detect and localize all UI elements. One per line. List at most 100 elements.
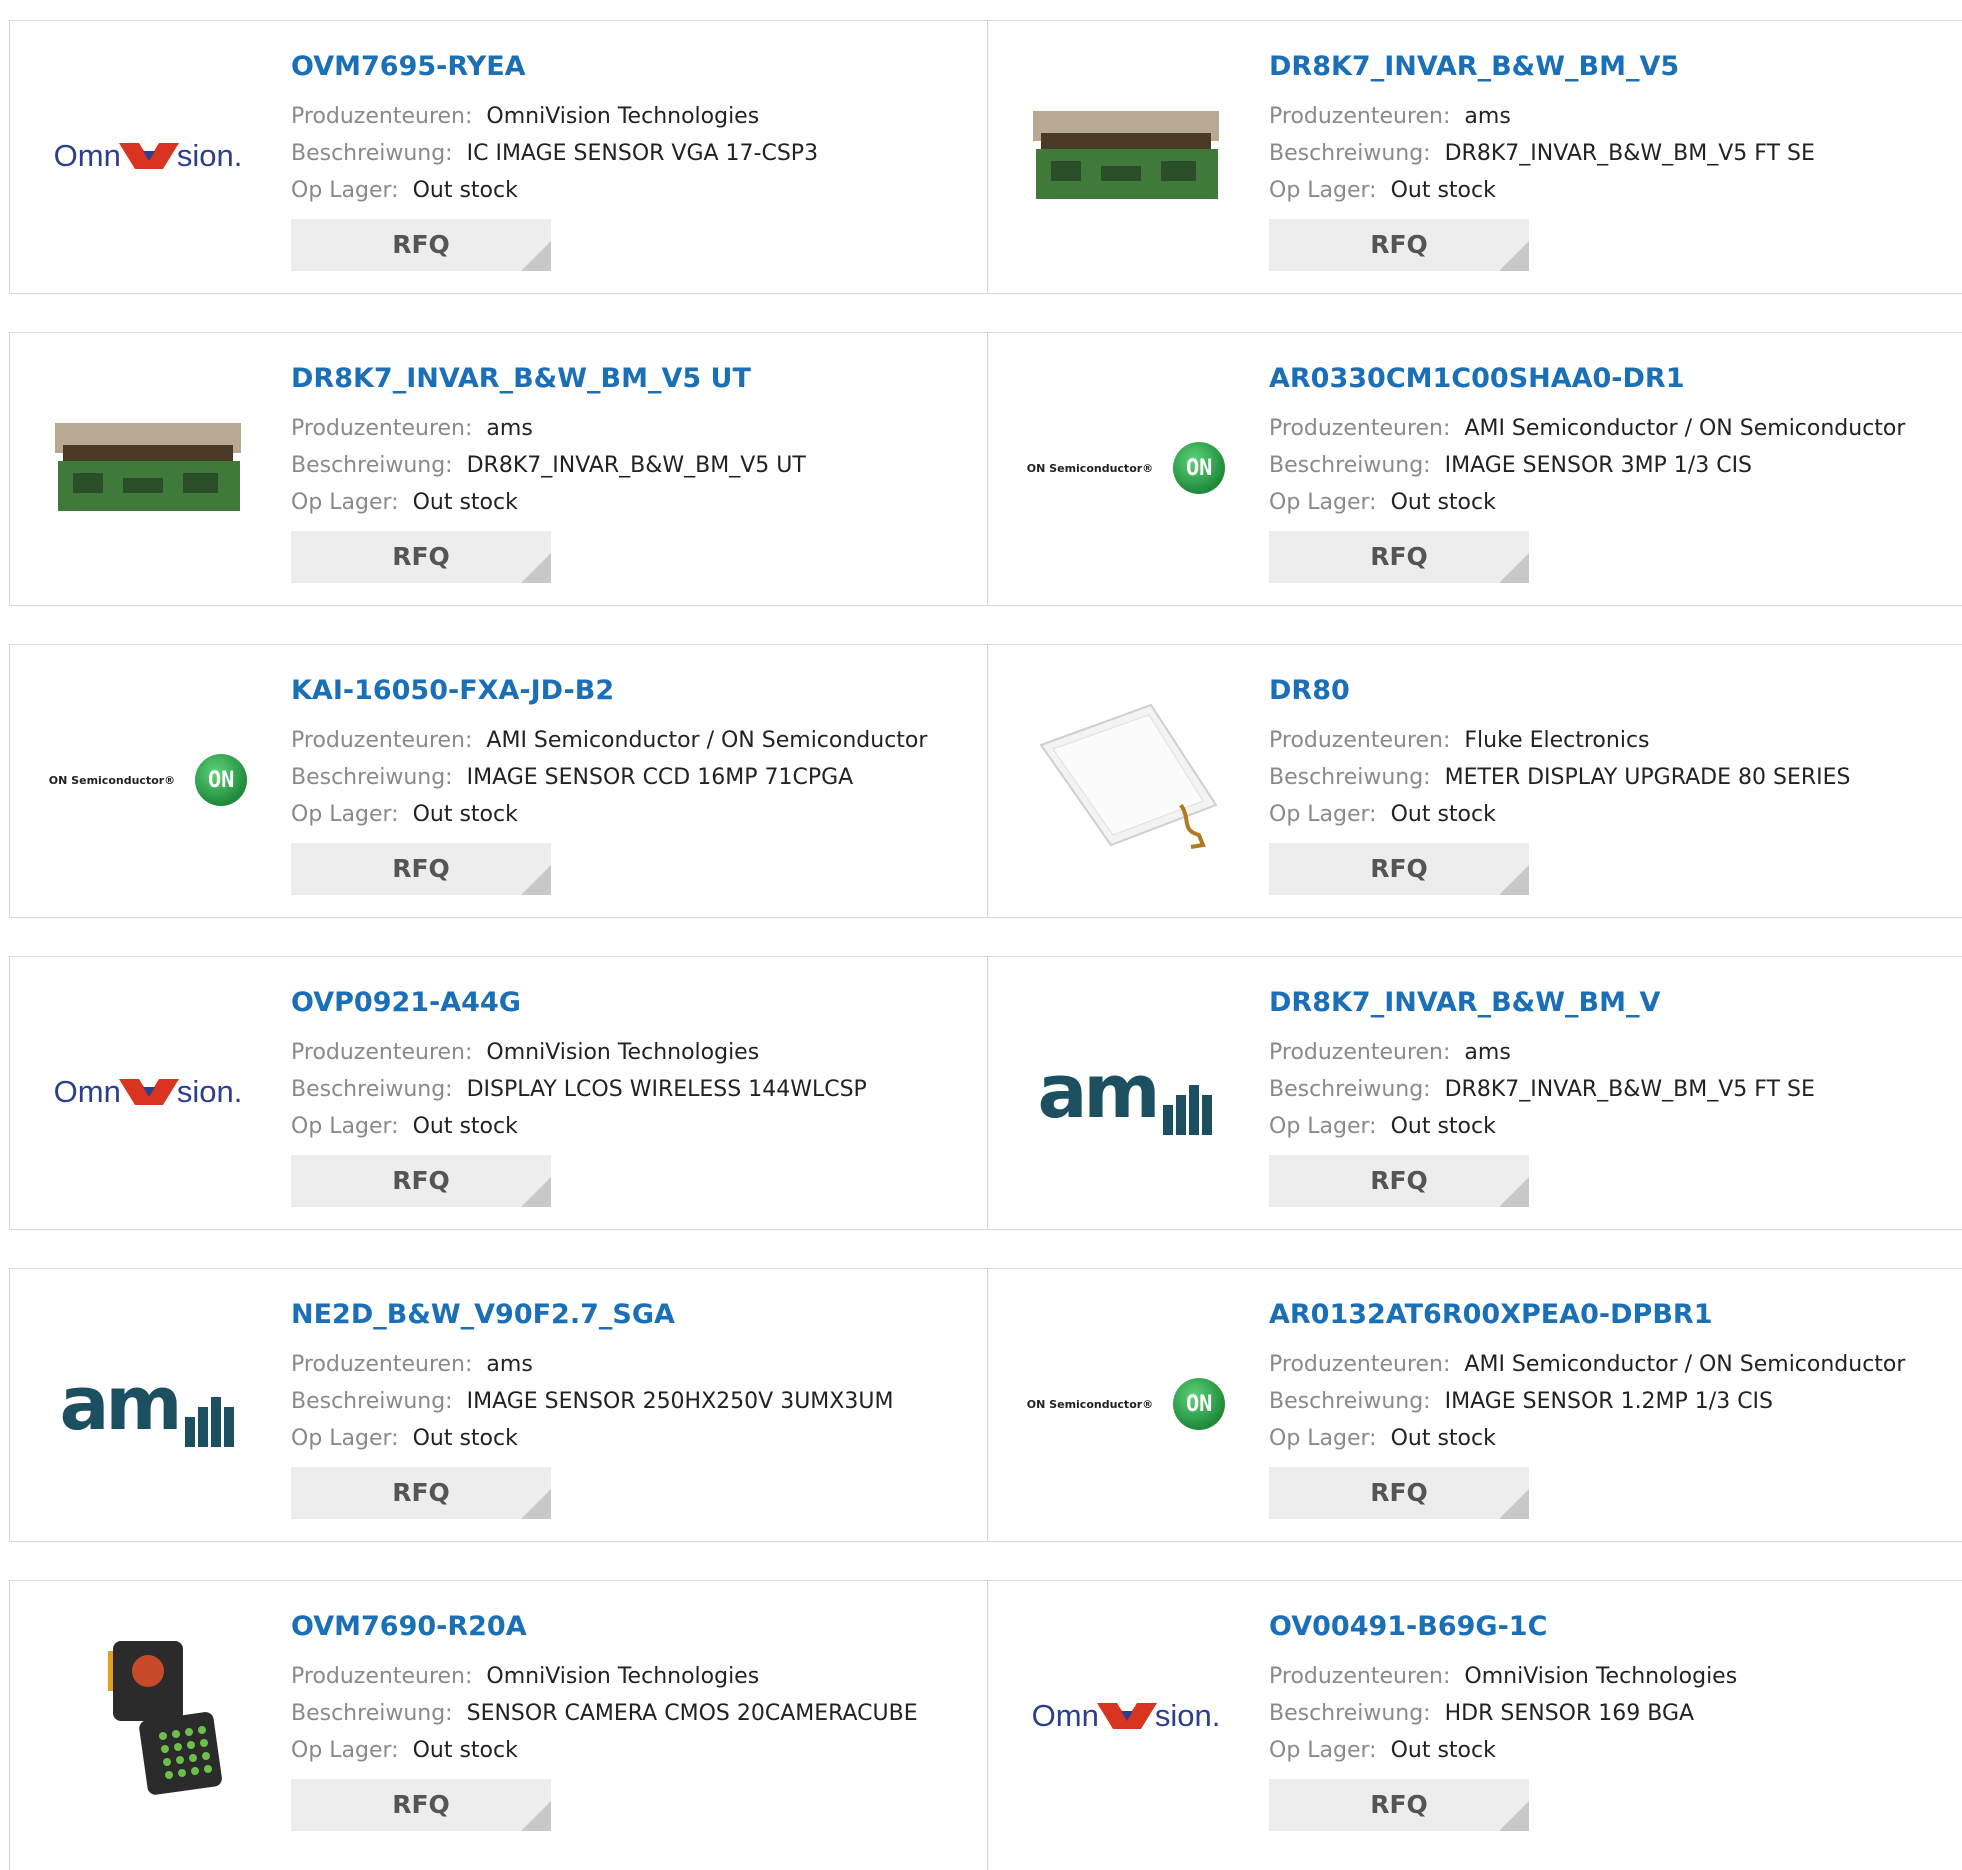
stock-label: Op Lager: <box>1269 178 1377 203</box>
manufacturer-value: OmniVision Technologies <box>486 104 760 129</box>
manufacturer-label: Produzenteuren: <box>291 1040 473 1065</box>
manufacturer-label: Produzenteuren: <box>291 1664 473 1689</box>
part-number-link[interactable]: DR8K7_INVAR_B&W_BM_V5 UT <box>291 363 806 394</box>
manufacturer-label: Produzenteuren: <box>1269 728 1451 753</box>
logo-text: ON Semiconductor® <box>1026 461 1154 475</box>
manufacturer-logo: Omn sion. <box>48 1012 248 1172</box>
stock-label: Op Lager: <box>291 1114 399 1139</box>
rfq-button[interactable]: RFQ <box>291 219 551 271</box>
stock-label: Op Lager: <box>1269 1738 1377 1763</box>
rfq-button[interactable]: RFQ <box>1269 531 1529 583</box>
description-label: Beschreiwung: <box>1269 1701 1431 1726</box>
ams-logo: am <box>1037 1049 1214 1135</box>
rfq-button[interactable]: RFQ <box>1269 219 1529 271</box>
part-number-link[interactable]: DR8K7_INVAR_B&W_BM_V <box>1269 987 1815 1018</box>
stock-label: Op Lager: <box>291 490 399 515</box>
stock-value: Out stock <box>1390 490 1496 515</box>
rfq-button[interactable]: RFQ <box>291 1155 551 1207</box>
stock-label: Op Lager: <box>1269 1426 1377 1451</box>
part-number-link[interactable]: OVP0921-A44G <box>291 987 867 1018</box>
omnivision-logo: Omn sion. <box>53 138 243 173</box>
manufacturer-value: ams <box>1464 1040 1511 1065</box>
manufacturer-value: ams <box>486 416 533 441</box>
product-image <box>48 388 248 548</box>
rfq-button[interactable]: RFQ <box>1269 1155 1529 1207</box>
omnivision-logo: Omn sion. <box>1031 1698 1221 1733</box>
description-value: IMAGE SENSOR CCD 16MP 71CPGA <box>466 765 854 790</box>
corner-decoration <box>521 865 551 895</box>
description-value: IMAGE SENSOR 1.2MP 1/3 CIS <box>1444 1389 1774 1414</box>
stock-label: Op Lager: <box>1269 490 1377 515</box>
ams-logo: am <box>59 1361 236 1447</box>
manufacturer-value: AMI Semiconductor / ON Semiconductor <box>1464 416 1906 441</box>
product-card: DR8K7_INVAR_B&W_BM_V5 UT Produzenteuren:… <box>10 333 988 605</box>
on-circle-icon: ON <box>1173 442 1226 494</box>
stock-value: Out stock <box>1390 178 1496 203</box>
product-card: Omn sion. OVM7695-RYEA Produzenteuren: Om… <box>10 21 988 293</box>
description-value: DR8K7_INVAR_B&W_BM_V5 FT SE <box>1444 1077 1815 1102</box>
rfq-button-label: RFQ <box>1370 1478 1428 1507</box>
manufacturer-value: OmniVision Technologies <box>486 1040 760 1065</box>
product-card: am NE2D_B&W_V90F2.7_SGA Produzenteuren: a… <box>10 1269 988 1541</box>
product-row: DR8K7_INVAR_B&W_BM_V5 UT Produzenteuren:… <box>9 332 1962 606</box>
rfq-button-label: RFQ <box>1370 1166 1428 1195</box>
product-row: am NE2D_B&W_V90F2.7_SGA Produzenteuren: a… <box>9 1268 1962 1542</box>
product-image <box>48 1636 248 1796</box>
part-number-link[interactable]: OV00491-B69G-1C <box>1269 1611 1737 1642</box>
rfq-button[interactable]: RFQ <box>291 843 551 895</box>
description-label: Beschreiwung: <box>291 1389 453 1414</box>
part-number-link[interactable]: DR80 <box>1269 675 1851 706</box>
on-semiconductor-logo: ON Semiconductor® ON <box>1026 1378 1226 1430</box>
part-number-link[interactable]: OVM7690-R20A <box>291 1611 918 1642</box>
part-number-link[interactable]: AR0132AT6R00XPEA0-DPBR1 <box>1269 1299 1905 1330</box>
stock-value: Out stock <box>412 1426 518 1451</box>
on-semiconductor-logo: ON Semiconductor® ON <box>1026 442 1226 494</box>
manufacturer-value: Fluke Electronics <box>1464 728 1650 753</box>
part-number-link[interactable]: NE2D_B&W_V90F2.7_SGA <box>291 1299 893 1330</box>
corner-decoration <box>521 241 551 271</box>
manufacturer-logo: am <box>48 1324 248 1484</box>
product-row: OVM7690-R20A Produzenteuren: OmniVision T… <box>9 1580 1962 1870</box>
stock-label: Op Lager: <box>291 1426 399 1451</box>
manufacturer-value: AMI Semiconductor / ON Semiconductor <box>1464 1352 1906 1377</box>
description-value: METER DISPLAY UPGRADE 80 SERIES <box>1444 765 1851 790</box>
product-row: Omn sion. OVP0921-A44G Produzenteuren: Om… <box>9 956 1962 1230</box>
product-row: ON Semiconductor® ON KAI-16050-FXA-JD-B2… <box>9 644 1962 918</box>
logo-text: ON Semiconductor® <box>1026 1397 1154 1411</box>
part-number-link[interactable]: KAI-16050-FXA-JD-B2 <box>291 675 927 706</box>
rfq-button[interactable]: RFQ <box>1269 1779 1529 1831</box>
rfq-button[interactable]: RFQ <box>291 1467 551 1519</box>
manufacturer-label: Produzenteuren: <box>291 416 473 441</box>
corner-decoration <box>1499 241 1529 271</box>
part-number-link[interactable]: DR8K7_INVAR_B&W_BM_V5 <box>1269 51 1815 82</box>
part-number-link[interactable]: OVM7695-RYEA <box>291 51 818 82</box>
description-label: Beschreiwung: <box>1269 1389 1431 1414</box>
corner-decoration <box>521 553 551 583</box>
product-card: ON Semiconductor® ON KAI-16050-FXA-JD-B2… <box>10 645 988 917</box>
description-value: IMAGE SENSOR 3MP 1/3 CIS <box>1444 453 1753 478</box>
camera-cube-image <box>108 1641 222 1795</box>
manufacturer-label: Produzenteuren: <box>1269 1040 1451 1065</box>
rfq-button-label: RFQ <box>392 1478 450 1507</box>
manufacturer-value: ams <box>1464 104 1511 129</box>
rfq-button[interactable]: RFQ <box>291 1779 551 1831</box>
manufacturer-label: Produzenteuren: <box>1269 1352 1451 1377</box>
sensor-board-image <box>55 423 241 511</box>
stock-label: Op Lager: <box>291 1738 399 1763</box>
stock-value: Out stock <box>412 178 518 203</box>
rfq-button[interactable]: RFQ <box>291 531 551 583</box>
description-label: Beschreiwung: <box>1269 765 1431 790</box>
description-label: Beschreiwung: <box>1269 1077 1431 1102</box>
corner-decoration <box>521 1489 551 1519</box>
rfq-button[interactable]: RFQ <box>1269 843 1529 895</box>
part-number-link[interactable]: AR0330CM1C00SHAA0-DR1 <box>1269 363 1905 394</box>
manufacturer-label: Produzenteuren: <box>1269 416 1451 441</box>
description-value: DR8K7_INVAR_B&W_BM_V5 FT SE <box>1444 141 1815 166</box>
manufacturer-logo: ON Semiconductor® ON <box>48 700 248 860</box>
description-value: IMAGE SENSOR 250HX250V 3UMX3UM <box>466 1389 894 1414</box>
description-label: Beschreiwung: <box>291 141 453 166</box>
rfq-button[interactable]: RFQ <box>1269 1467 1529 1519</box>
stock-value: Out stock <box>412 1738 518 1763</box>
on-circle-icon: ON <box>195 754 248 806</box>
manufacturer-logo: ON Semiconductor® ON <box>1026 1324 1226 1484</box>
